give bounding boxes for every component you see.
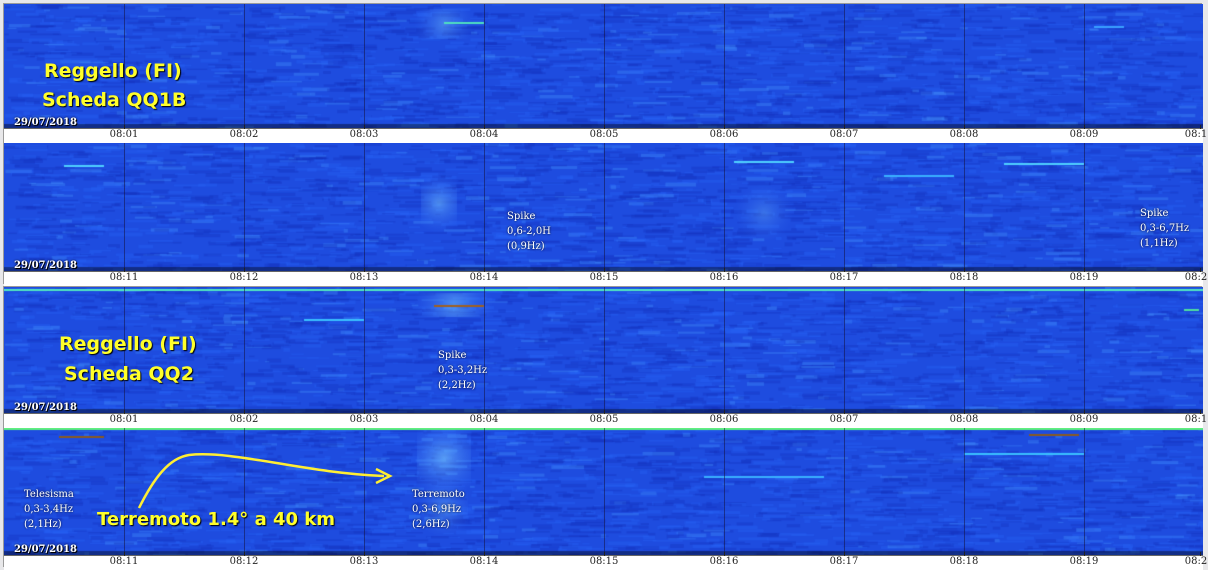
- grid-line: [1084, 4, 1085, 128]
- tick-label: 08:19: [1069, 556, 1099, 567]
- tick-label: 08:06: [709, 129, 739, 140]
- spectrogram-panel-4: Telesisma 0,3-3,4Hz (2,1Hz) Terremoto 0,…: [4, 428, 1203, 555]
- tick-label: 08:16: [709, 556, 739, 567]
- station-title-qq1b-line2: Scheda QQ1B: [42, 89, 187, 111]
- grid-line: [244, 287, 245, 413]
- tick-label: 08:2: [1184, 556, 1208, 567]
- annotation-line: Spike: [507, 211, 536, 222]
- tick-label: 08:05: [589, 129, 619, 140]
- tick-label: 08:18: [949, 556, 979, 567]
- tick-label: 08:01: [109, 129, 139, 140]
- annotation-line: (1,1Hz): [1140, 238, 1178, 249]
- annotation-line: Spike: [438, 350, 467, 361]
- grid-line: [244, 4, 245, 128]
- annotation-line: Spike: [1140, 208, 1169, 219]
- grid-line: [364, 4, 365, 128]
- grid-line: [484, 4, 485, 128]
- tick-label: 08:07: [829, 129, 859, 140]
- tick-label: 08:1: [1184, 129, 1208, 140]
- tick-label: 08:13: [349, 556, 379, 567]
- time-axis-2: 08:11 08:12 08:13 08:14 08:15 08:16 08:17 08:18…: [4, 268, 1207, 286]
- tick-label: 08:11: [109, 272, 139, 283]
- tick-label: 08:04: [469, 414, 499, 425]
- annotation-line: (2,2Hz): [438, 380, 476, 391]
- grid-line: [484, 143, 485, 271]
- qq2-group: Reggello (FI) Scheda QQ2 Spike 0,3-3,2Hz…: [3, 286, 1207, 570]
- tick-label: 08:17: [829, 272, 859, 283]
- tick-label: 08:02: [229, 414, 259, 425]
- grid-line: [724, 143, 725, 271]
- grid-line: [604, 287, 605, 413]
- time-axis-4: 08:11 08:12 08:13 08:14 08:15 08:16 08:17 08:18…: [4, 552, 1207, 570]
- annotation-spike-2: Spike 0,3-6,7Hz (1,1Hz): [1140, 206, 1189, 251]
- annotation-line: (0,9Hz): [507, 241, 545, 252]
- earthquake-caption: Terremoto 1.4° a 40 km: [97, 509, 336, 530]
- tick-label: 08:02: [229, 129, 259, 140]
- tick-label: 08:1: [1184, 414, 1208, 425]
- spectrogram-panel-2: Spike 0,6-2,0H (0,9Hz) Spike 0,3-6,7Hz (…: [4, 143, 1203, 271]
- grid-line: [964, 143, 965, 271]
- time-axis-1: 08:01 08:02 08:03 08:04 08:05 08:06 08:07 08:08…: [4, 125, 1207, 143]
- grid-line: [724, 4, 725, 128]
- panel-2-date: 29/07/2018: [14, 260, 77, 271]
- tick-label: 08:08: [949, 129, 979, 140]
- tick-label: 08:07: [829, 414, 859, 425]
- tick-label: 08:09: [1069, 414, 1099, 425]
- grid-line: [844, 143, 845, 271]
- tick-label: 08:19: [1069, 272, 1099, 283]
- grid-line: [604, 4, 605, 128]
- grid-line: [844, 287, 845, 413]
- annotation-spike-1: Spike 0,6-2,0H (0,9Hz): [507, 209, 551, 254]
- panel-3-date: 29/07/2018: [14, 402, 77, 413]
- grid-line: [724, 287, 725, 413]
- spectrogram-panel-1: Reggello (FI) Scheda QQ1B 29/07/2018: [4, 4, 1203, 128]
- tick-label: 08:06: [709, 414, 739, 425]
- tick-label: 08:03: [349, 414, 379, 425]
- tick-label: 08:14: [469, 272, 499, 283]
- annotation-line: 0,3-3,2Hz: [438, 365, 488, 376]
- grid-line: [1084, 143, 1085, 271]
- spectrogram-figure: Reggello (FI) Scheda QQ1B 29/07/2018 08:…: [0, 0, 1208, 570]
- grid-line: [244, 143, 245, 271]
- station-title-qq2-line1: Reggello (FI): [59, 333, 197, 355]
- tick-label: 08:01: [109, 414, 139, 425]
- grid-line: [1084, 287, 1085, 413]
- tick-label: 08:18: [949, 272, 979, 283]
- tick-label: 08:08: [949, 414, 979, 425]
- panel-1-date: 29/07/2018: [14, 117, 77, 128]
- time-axis-3: 08:01 08:02 08:03 08:04 08:05 08:06 08:07 08:08…: [4, 410, 1207, 428]
- station-title-qq2-line2: Scheda QQ2: [64, 363, 194, 385]
- grid-line: [124, 143, 125, 271]
- station-title-qq1b-line1: Reggello (FI): [44, 60, 182, 82]
- grid-line: [604, 143, 605, 271]
- grid-line: [364, 143, 365, 271]
- panel-4-date: 29/07/2018: [14, 544, 77, 555]
- tick-label: 08:15: [589, 556, 619, 567]
- tick-label: 08:13: [349, 272, 379, 283]
- spectrogram-panel-3: Reggello (FI) Scheda QQ2 Spike 0,3-3,2Hz…: [4, 287, 1203, 413]
- tick-label: 08:09: [1069, 129, 1099, 140]
- arrow-annotation: [137, 453, 393, 509]
- tick-label: 08:15: [589, 272, 619, 283]
- tick-label: 08:05: [589, 414, 619, 425]
- tick-label: 08:12: [229, 556, 259, 567]
- tick-label: 08:16: [709, 272, 739, 283]
- tick-label: 08:04: [469, 129, 499, 140]
- annotation-line: 0,3-6,7Hz: [1140, 223, 1190, 234]
- tick-label: 08:2: [1184, 272, 1208, 283]
- annotation-spike-3: Spike 0,3-3,2Hz (2,2Hz): [438, 348, 487, 393]
- grid-line: [964, 4, 965, 128]
- grid-line: [364, 287, 365, 413]
- grid-line: [964, 287, 965, 413]
- tick-label: 08:12: [229, 272, 259, 283]
- tick-label: 08:11: [109, 556, 139, 567]
- tick-label: 08:03: [349, 129, 379, 140]
- grid-line: [844, 4, 845, 128]
- qq1b-group: Reggello (FI) Scheda QQ1B 29/07/2018 08:…: [3, 3, 1207, 286]
- annotation-line: 0,6-2,0H: [507, 226, 551, 237]
- tick-label: 08:17: [829, 556, 859, 567]
- tick-label: 08:14: [469, 556, 499, 567]
